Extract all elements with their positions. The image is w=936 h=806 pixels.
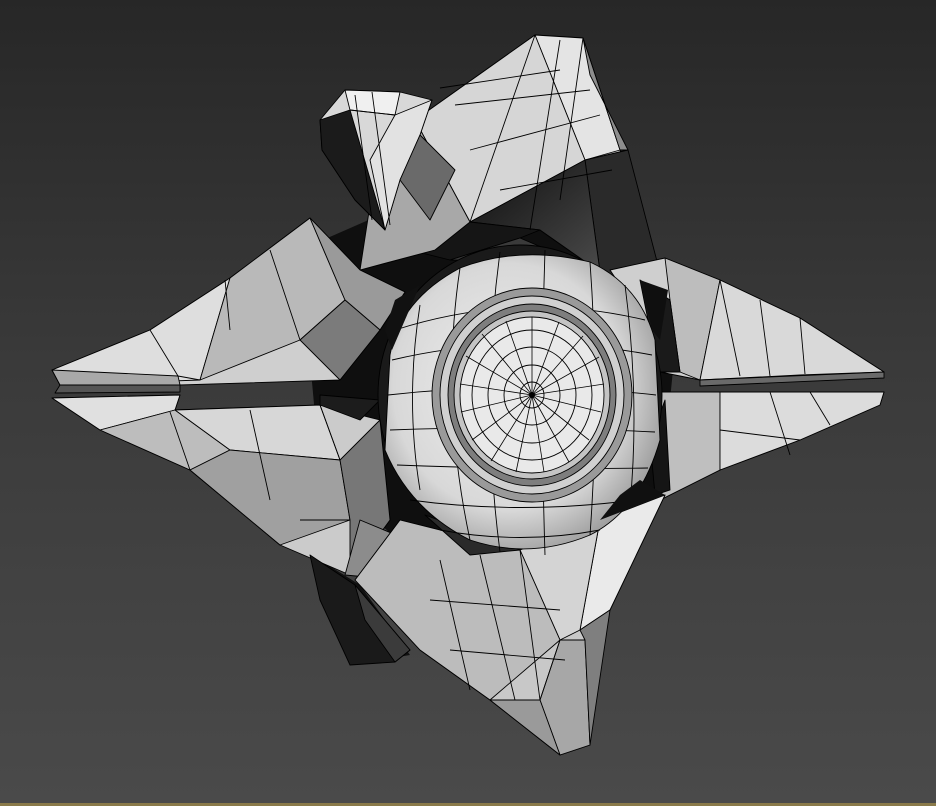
3d-viewport[interactable] [0,0,936,806]
spike-right-lower[interactable] [649,391,885,501]
spike-left-lower[interactable] [51,394,391,576]
eye-lens[interactable] [431,287,633,503]
ghost-shell-model[interactable] [0,0,936,806]
